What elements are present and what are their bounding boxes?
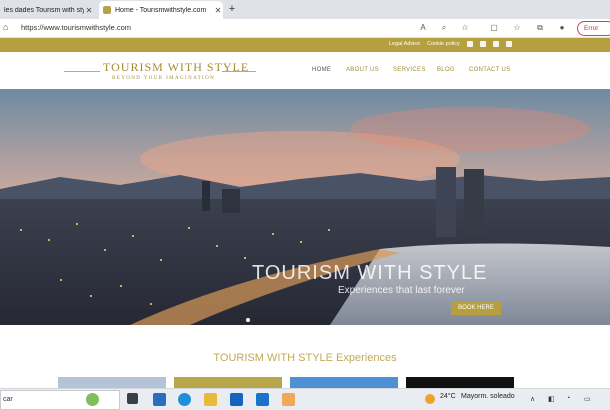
tab-title: Home - Tourismwithstyle.com bbox=[115, 6, 207, 14]
slider-dot[interactable] bbox=[240, 318, 244, 322]
logo-title[interactable]: TOURISM WITH STYLE bbox=[103, 60, 249, 75]
task-view-icon[interactable] bbox=[127, 393, 138, 404]
book-here-button[interactable]: BOOK HERE bbox=[451, 301, 501, 315]
favicon-icon bbox=[103, 6, 111, 14]
volume-icon[interactable]: ◔ bbox=[566, 395, 570, 402]
weather-temp[interactable]: 24°C bbox=[440, 393, 456, 400]
screen: les dades Tourism with sty ✕ Home - Tour… bbox=[0, 0, 610, 410]
address-bar: ⌂ https://www.tourismwithstyle.com A ⌕ ☆… bbox=[0, 19, 610, 38]
slider-dot[interactable] bbox=[252, 318, 256, 322]
slider-dot[interactable] bbox=[258, 318, 262, 322]
slider-dot[interactable] bbox=[306, 318, 310, 322]
nav-about-us[interactable]: ABOUT US bbox=[346, 67, 379, 73]
reload-icon[interactable]: ⌂ bbox=[3, 22, 15, 34]
linkedin-icon[interactable] bbox=[506, 41, 512, 47]
outlook-icon[interactable] bbox=[230, 393, 243, 406]
logo-subtitle: BEYOND YOUR IMAGINATION bbox=[112, 76, 216, 81]
logo-ornament-right bbox=[222, 71, 256, 72]
taskbar-search-input[interactable]: car bbox=[0, 390, 120, 410]
battery-icon[interactable]: ▭ bbox=[584, 395, 591, 403]
browser-tab-1[interactable]: les dades Tourism with sty ✕ bbox=[0, 1, 94, 19]
tray-chevron-icon[interactable]: ∧ bbox=[530, 395, 535, 403]
split-screen-icon[interactable]: ▢ bbox=[488, 22, 500, 34]
slider-dot[interactable] bbox=[294, 318, 298, 322]
close-tab-icon[interactable]: ✕ bbox=[84, 6, 94, 15]
error-button[interactable]: Error bbox=[577, 21, 610, 36]
hero-city-image bbox=[0, 89, 610, 325]
instagram-icon[interactable] bbox=[480, 41, 486, 47]
cookie-policy-link[interactable]: Cookie policy bbox=[427, 41, 460, 47]
slider-dot[interactable] bbox=[324, 318, 328, 322]
nav-contact-us[interactable]: CONTACT US bbox=[469, 67, 510, 73]
extension-icon[interactable]: ● bbox=[556, 22, 568, 34]
slider-dots bbox=[240, 318, 328, 322]
slider-dot[interactable] bbox=[270, 318, 274, 322]
experiences-title: TOURISM WITH STYLE Experiences bbox=[213, 352, 397, 364]
slider-dot[interactable] bbox=[318, 318, 322, 322]
legal-advice-link[interactable]: Legal Advice bbox=[389, 41, 420, 47]
browser-tab-2[interactable]: Home - Tourismwithstyle.com ✕ bbox=[99, 1, 223, 19]
windows-taskbar: car 24°C Mayorm. soleado ∧ ◧ ◔ ▭ bbox=[0, 388, 610, 410]
hero-subtitle: Experiences that last forever bbox=[338, 285, 465, 296]
logo-ornament-left bbox=[64, 71, 100, 72]
slider-dot[interactable] bbox=[282, 318, 286, 322]
network-icon[interactable]: ◧ bbox=[548, 395, 555, 403]
close-tab-icon[interactable]: ✕ bbox=[213, 6, 223, 15]
favorites-icon[interactable]: ☆ bbox=[511, 22, 523, 34]
hero-title: TOURISM WITH STYLE bbox=[252, 262, 488, 284]
photos-icon[interactable] bbox=[282, 393, 295, 406]
weather-sun-icon bbox=[425, 394, 435, 404]
twitter-icon[interactable] bbox=[493, 41, 499, 47]
slider-dot[interactable] bbox=[312, 318, 316, 322]
url-field[interactable]: https://www.tourismwithstyle.com bbox=[21, 23, 131, 32]
store-icon[interactable] bbox=[153, 393, 166, 406]
edge-icon[interactable] bbox=[178, 393, 191, 406]
collections-icon[interactable]: ⧉ bbox=[534, 22, 546, 34]
search-highlight-icon[interactable] bbox=[86, 393, 99, 406]
new-tab-icon[interactable]: + bbox=[225, 1, 239, 17]
slider-dot[interactable] bbox=[246, 318, 250, 322]
mail-icon[interactable] bbox=[256, 393, 269, 406]
main-nav: TOURISM WITH STYLE BEYOND YOUR IMAGINATI… bbox=[0, 52, 610, 89]
hero-slider: TOURISM WITH STYLE Experiences that last… bbox=[0, 89, 610, 325]
browser-tab-strip: les dades Tourism with sty ✕ Home - Tour… bbox=[0, 0, 610, 19]
nav-services[interactable]: SERVICES bbox=[393, 67, 426, 73]
read-aloud-icon[interactable]: A bbox=[417, 22, 429, 34]
slider-dot[interactable] bbox=[276, 318, 280, 322]
nav-home[interactable]: HOME bbox=[312, 67, 331, 73]
nav-blog[interactable]: BLOG bbox=[437, 67, 455, 73]
favorite-star-icon[interactable]: ☆ bbox=[459, 22, 471, 34]
tab-title: les dades Tourism with sty bbox=[4, 6, 84, 14]
zoom-icon[interactable]: ⌕ bbox=[438, 22, 450, 34]
facebook-icon[interactable] bbox=[467, 41, 473, 47]
file-explorer-icon[interactable] bbox=[204, 393, 217, 406]
slider-dot[interactable] bbox=[300, 318, 304, 322]
slider-dot[interactable] bbox=[288, 318, 292, 322]
weather-desc[interactable]: Mayorm. soleado bbox=[461, 393, 515, 400]
slider-dot[interactable] bbox=[264, 318, 268, 322]
site-top-bar: Legal Advice Cookie policy bbox=[0, 38, 610, 52]
